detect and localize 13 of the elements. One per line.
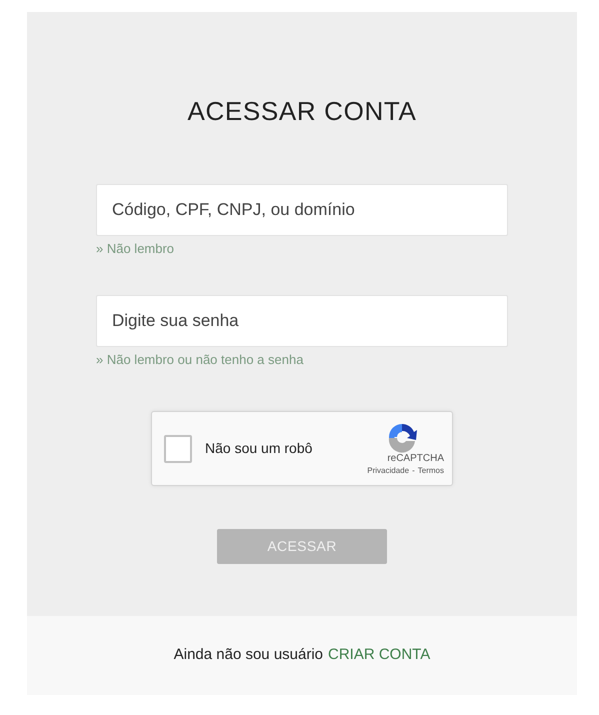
help-link[interactable]: » Não lembro — [96, 241, 174, 258]
separator: - — [412, 466, 415, 476]
page-title: ACESSAR CONTA — [187, 98, 416, 124]
create-account-link[interactable]: CRIAR CONTA — [328, 644, 430, 667]
captcha-brand: reCAPTCHA — [387, 453, 444, 466]
footer-text: Ainda não sou usuário — [174, 645, 324, 666]
terms-link[interactable]: Termos — [418, 466, 444, 476]
input-field[interactable]: Digite sua senha — [96, 295, 508, 347]
captcha-label: Não sou um robô — [205, 439, 314, 458]
help-link[interactable]: » Não lembro ou não tenho a senha — [96, 352, 304, 368]
captcha-checkbox[interactable] — [164, 434, 192, 462]
input-field[interactable]: Código, CPF, CNPJ, ou domínio — [96, 184, 508, 236]
privacy-link[interactable]: Privacidade — [367, 466, 410, 476]
